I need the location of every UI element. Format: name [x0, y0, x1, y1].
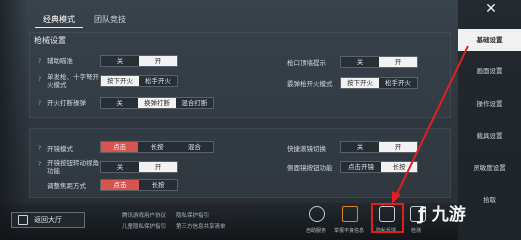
game-settings-screen: 经典模式 团队竞技 枪械设置 ? 辅助瞄准 关 开 ? 单发枪、十字弩开火模式 … [0, 0, 521, 240]
annotation-highlight-box [371, 203, 404, 233]
watermark-logo: ƒ 九游 [418, 204, 466, 225]
